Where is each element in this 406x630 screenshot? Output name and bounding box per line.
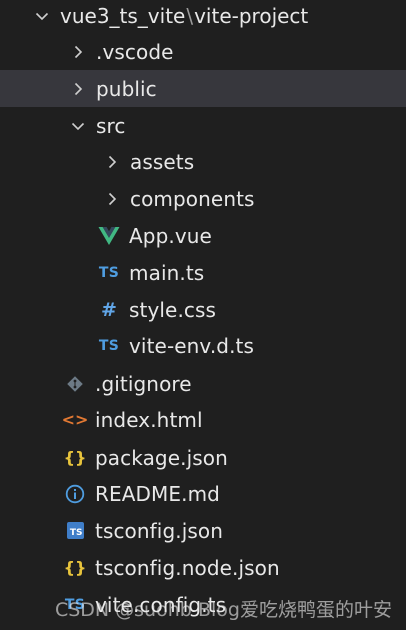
html-icon: <> bbox=[61, 410, 89, 429]
chevron-right-icon[interactable] bbox=[104, 191, 120, 207]
file-row-app-vue[interactable]: App.vue bbox=[0, 217, 406, 254]
file-label: tsconfig.json bbox=[95, 518, 224, 543]
root-path-part1: vue3_ts_vite bbox=[60, 3, 186, 28]
chevron-down-icon[interactable] bbox=[34, 8, 50, 24]
file-row-style-css[interactable]: # style.css bbox=[0, 291, 406, 328]
file-row-gitignore[interactable]: .gitignore bbox=[0, 365, 406, 402]
file-label: main.ts bbox=[129, 260, 205, 285]
file-label: README.md bbox=[95, 481, 220, 506]
tsconfig-icon-text: TS bbox=[66, 522, 84, 539]
root-folder-row[interactable]: vue3_ts_vite\vite-project bbox=[0, 0, 406, 34]
file-explorer: vue3_ts_vite\vite-project .vscode public… bbox=[0, 0, 406, 630]
root-folder-label: vue3_ts_vite\vite-project bbox=[60, 4, 308, 28]
folder-label: .vscode bbox=[96, 39, 174, 64]
folder-label: public bbox=[96, 76, 157, 101]
typescript-icon: TS bbox=[98, 264, 120, 281]
file-row-readme[interactable]: README.md bbox=[0, 475, 406, 512]
json-icon: {} bbox=[63, 558, 87, 577]
root-path-separator: \ bbox=[186, 3, 194, 28]
chevron-right-icon[interactable] bbox=[104, 154, 120, 170]
file-row-tsconfig[interactable]: TS tsconfig.json bbox=[0, 512, 406, 549]
file-label: .gitignore bbox=[95, 371, 192, 396]
css-hash-icon: # bbox=[101, 298, 117, 321]
file-row-index-html[interactable]: <> index.html bbox=[0, 401, 406, 438]
file-label: App.vue bbox=[129, 223, 212, 248]
tsconfig-icon: TS bbox=[64, 520, 86, 542]
typescript-icon: TS bbox=[98, 337, 120, 354]
file-row-package-json[interactable]: {} package.json bbox=[0, 439, 406, 476]
folder-row-vscode[interactable]: .vscode bbox=[0, 33, 406, 70]
file-label: index.html bbox=[95, 407, 203, 432]
file-label: vite-env.d.ts bbox=[129, 333, 254, 358]
watermark: CSDN @suohb-Blog爱吃烧鸭蛋的叶安 bbox=[54, 599, 392, 621]
file-row-tsconfig-node[interactable]: {} tsconfig.node.json bbox=[0, 549, 406, 586]
file-label: style.css bbox=[129, 297, 217, 322]
vue-icon bbox=[98, 225, 120, 247]
info-icon bbox=[64, 483, 86, 505]
folder-row-components[interactable]: components bbox=[0, 180, 406, 217]
json-icon: {} bbox=[63, 448, 87, 467]
chevron-right-icon[interactable] bbox=[70, 44, 86, 60]
root-path-part2: vite-project bbox=[194, 3, 309, 28]
folder-row-src[interactable]: src bbox=[0, 107, 406, 144]
file-label: tsconfig.node.json bbox=[95, 555, 280, 580]
folder-label: assets bbox=[130, 149, 195, 174]
chevron-right-icon[interactable] bbox=[70, 81, 86, 97]
file-row-vite-env[interactable]: TS vite-env.d.ts bbox=[0, 327, 406, 364]
file-label: package.json bbox=[95, 445, 228, 470]
folder-row-public[interactable]: public bbox=[0, 70, 406, 107]
chevron-down-icon[interactable] bbox=[70, 118, 86, 134]
file-row-main-ts[interactable]: TS main.ts bbox=[0, 254, 406, 291]
folder-label: components bbox=[130, 186, 255, 211]
folder-label: src bbox=[96, 113, 126, 138]
git-icon bbox=[64, 373, 86, 395]
folder-row-assets[interactable]: assets bbox=[0, 143, 406, 180]
